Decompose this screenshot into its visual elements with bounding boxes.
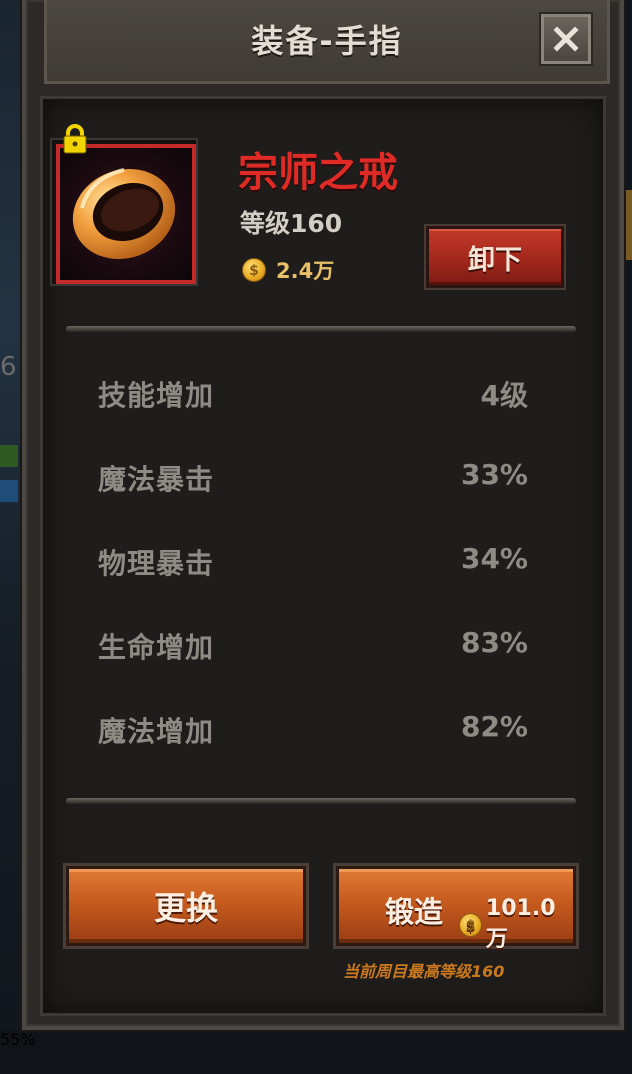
gold-coin-icon: $	[242, 258, 266, 282]
stat-value: 4级	[480, 379, 528, 412]
stat-row: 物理暴击 34%	[98, 542, 528, 582]
stat-name: 技能增加	[98, 379, 215, 412]
background-green-bar	[0, 445, 18, 467]
background-blue-bar	[0, 480, 18, 502]
forge-button[interactable]: 锻造 $ 101.0万	[336, 866, 576, 952]
lock-icon	[62, 124, 88, 154]
stat-row: 魔法增加 82%	[98, 710, 528, 750]
forge-cost: $ 101.0万	[459, 896, 573, 953]
stat-row: 魔法暴击 33%	[98, 458, 528, 498]
replace-button-label: 更换	[153, 889, 218, 927]
stat-row: 生命增加 83%	[98, 626, 528, 666]
stat-name: 物理暴击	[98, 547, 215, 580]
stat-row: 技能增加 4级	[98, 374, 528, 414]
stat-value: 82%	[460, 710, 528, 743]
stat-value: 33%	[460, 458, 528, 491]
item-slot[interactable]	[50, 138, 198, 286]
ring-icon	[72, 168, 176, 260]
item-price: $ 2.4万	[242, 255, 334, 285]
max-level-note: 当前周目最高等级160	[343, 962, 505, 981]
stat-name: 生命增加	[98, 631, 215, 664]
item-image-frame	[56, 144, 196, 284]
stat-name: 魔法暴击	[98, 463, 215, 496]
item-price-value: 2.4万	[276, 259, 335, 283]
background-bottom	[0, 1030, 632, 1074]
stat-value: 34%	[460, 542, 528, 575]
forge-cost-value: 101.0万	[485, 896, 556, 952]
divider-bottom	[66, 798, 576, 804]
background-edge-number: 6	[0, 352, 17, 382]
background-peek-text: 55%	[0, 1030, 36, 1049]
item-level: 等级160	[240, 209, 343, 238]
dialog-title: 装备-手指	[251, 21, 403, 60]
forge-button-label: 锻造	[385, 895, 444, 929]
unequip-button[interactable]: 卸下	[426, 226, 564, 288]
close-icon	[553, 26, 579, 52]
dialog-titlebar: 装备-手指	[44, 0, 610, 84]
item-name: 宗师之戒	[238, 150, 398, 196]
stat-value: 83%	[460, 626, 528, 659]
stat-name: 魔法增加	[98, 715, 215, 748]
divider-top	[66, 326, 576, 332]
close-button[interactable]	[541, 14, 591, 64]
replace-button[interactable]: 更换	[66, 866, 306, 946]
gold-coin-icon: $	[459, 912, 482, 937]
